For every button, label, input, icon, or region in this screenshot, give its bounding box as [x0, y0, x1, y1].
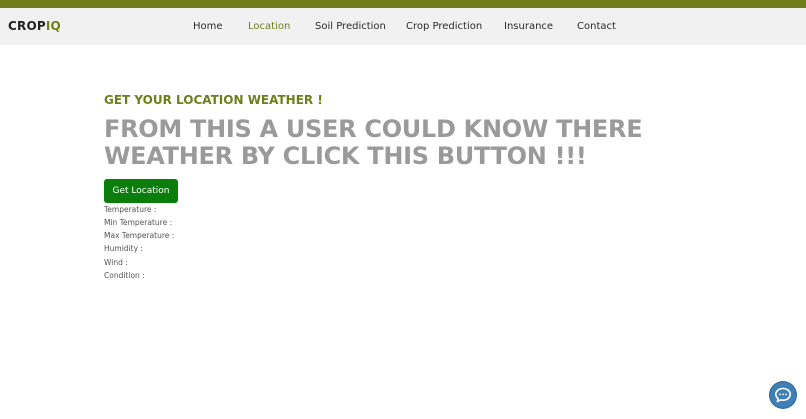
navbar: CROPIQ Home Location Soil Prediction Cro…	[0, 8, 806, 45]
page-title: FROM THIS A USER COULD KNOW THERE WEATHE…	[104, 115, 643, 170]
nav-item-soil-prediction[interactable]: Soil Prediction	[315, 21, 386, 32]
nav-item-location[interactable]: Location	[248, 21, 290, 32]
logo-prefix: CROP	[8, 19, 46, 33]
logo[interactable]: CROPIQ	[8, 19, 61, 33]
logo-accent: IQ	[45, 19, 61, 33]
temperature-label: Temperature :	[104, 205, 157, 214]
nav-item-insurance[interactable]: Insurance	[504, 21, 553, 32]
top-accent-bar	[0, 0, 806, 8]
max-temperature-label: Max Temperature :	[104, 231, 175, 240]
chat-button[interactable]	[770, 382, 796, 408]
nav-item-contact[interactable]: Contact	[577, 21, 616, 32]
chat-bubble-icon	[775, 387, 791, 403]
nav-item-crop-prediction[interactable]: Crop Prediction	[406, 21, 482, 32]
min-temperature-label: Min Temperature :	[104, 218, 173, 227]
condition-label: Condition :	[104, 271, 145, 280]
get-location-button[interactable]: Get Location	[104, 179, 178, 203]
humidity-label: Humidity :	[104, 244, 143, 253]
wind-label: Wind :	[104, 258, 128, 267]
section-kicker: GET YOUR LOCATION WEATHER !	[104, 93, 323, 107]
nav-item-home[interactable]: Home	[193, 21, 223, 32]
